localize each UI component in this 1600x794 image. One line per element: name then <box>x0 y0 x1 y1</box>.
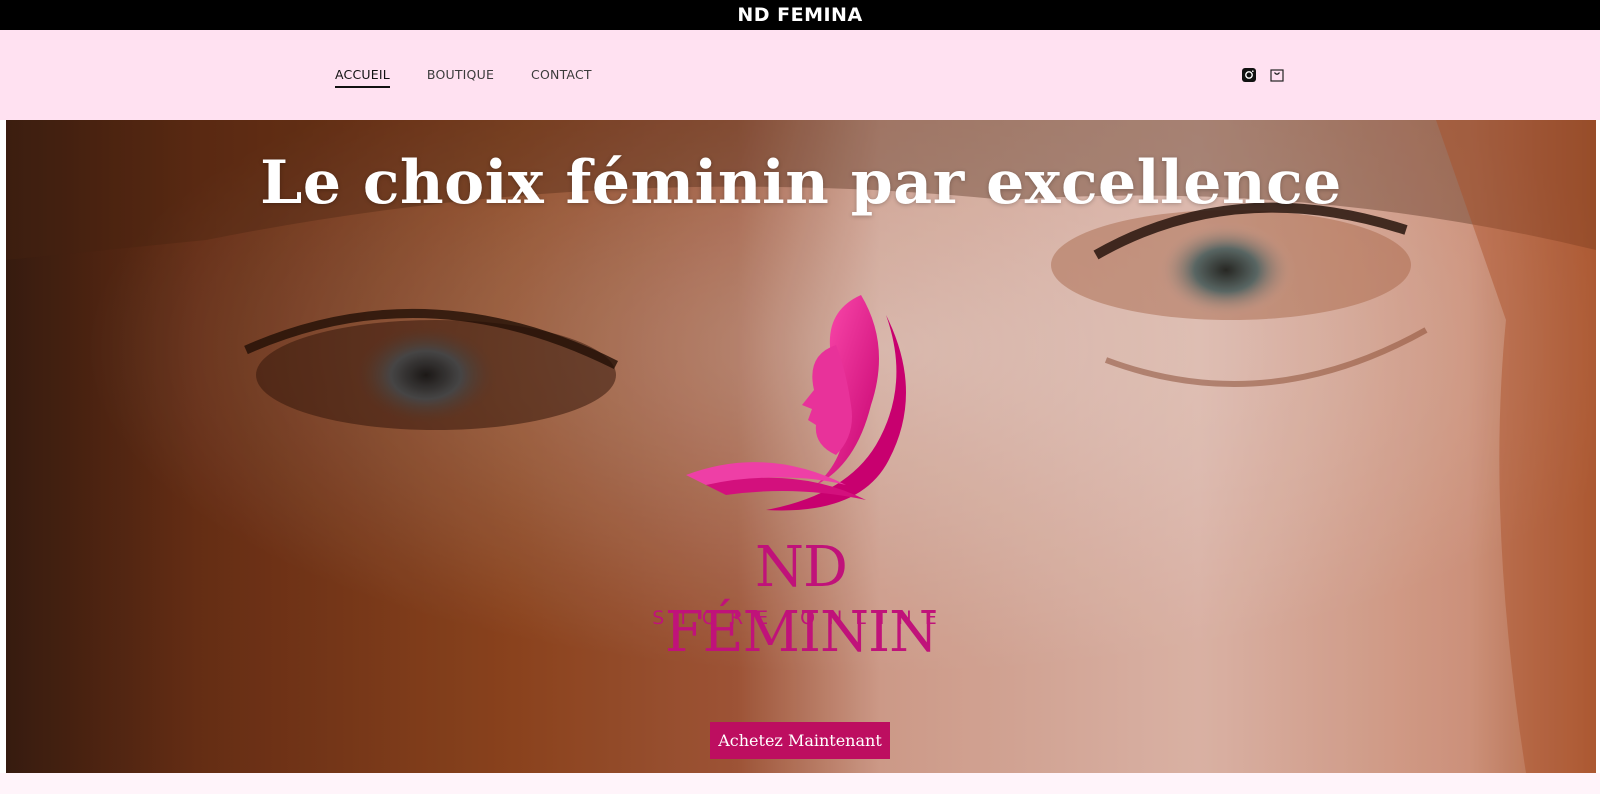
nav-item-boutique[interactable]: BOUTIQUE <box>427 67 494 88</box>
logo-wordmark: ND FÉMININ <box>664 535 938 665</box>
brand-logo: ND FÉMININ STORE ONLINE <box>626 295 976 675</box>
announcement-bar: ND FEMINA <box>0 0 1600 30</box>
nav-item-accueil[interactable]: ACCUEIL <box>335 67 390 88</box>
header-icons <box>1242 68 1284 82</box>
main-nav: ACCUEIL BOUTIQUE CONTACT <box>335 67 629 88</box>
hero-title: Le choix féminin par excellence <box>260 148 1342 218</box>
page-bottom-strip <box>0 773 1600 794</box>
instagram-icon[interactable] <box>1242 68 1256 82</box>
shopping-bag-icon[interactable] <box>1270 68 1284 82</box>
hero-section: Le choix féminin par excellence ND FÉMIN… <box>6 120 1596 773</box>
shop-now-button[interactable]: Achetez Maintenant <box>710 722 890 759</box>
logo-tagline: STORE ONLINE <box>652 607 950 629</box>
woman-silhouette-logo-icon <box>686 295 906 511</box>
nav-item-contact[interactable]: CONTACT <box>531 67 592 88</box>
site-header: ACCUEIL BOUTIQUE CONTACT <box>0 30 1600 120</box>
site-title[interactable]: ND FEMINA <box>737 4 862 26</box>
